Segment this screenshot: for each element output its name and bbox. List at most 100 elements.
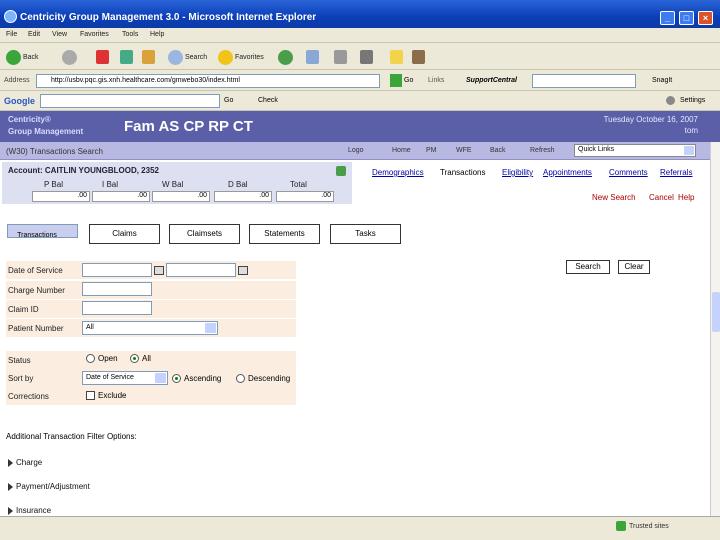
search-button[interactable]: Search <box>566 260 610 274</box>
descending-radio[interactable] <box>236 374 245 383</box>
date-of-service-label: Date of Service <box>8 266 63 275</box>
search-button[interactable]: Search <box>168 48 207 66</box>
edit-button[interactable] <box>360 48 373 66</box>
scrollbar-thumb[interactable] <box>712 292 720 332</box>
links-label[interactable]: Links <box>428 77 444 84</box>
expand-arrow-icon[interactable] <box>8 482 13 491</box>
link-demographics[interactable]: Demographics <box>372 168 424 177</box>
claim-id-input[interactable] <box>82 301 152 315</box>
calendar-icon[interactable] <box>154 266 164 275</box>
expand-arrow-icon[interactable] <box>8 506 13 515</box>
link-transactions[interactable]: Transactions <box>440 168 486 177</box>
nav-home[interactable]: Home <box>392 147 411 154</box>
filter-payment-adjustment[interactable]: Payment/Adjustment <box>8 482 90 491</box>
patient-number-label: Patient Number <box>8 324 64 333</box>
exclude-option[interactable]: Exclude <box>86 391 126 400</box>
clear-button[interactable]: Clear <box>618 260 650 274</box>
date-from-input[interactable] <box>82 263 152 277</box>
status-open-option[interactable]: Open <box>86 354 118 363</box>
address-input[interactable]: http://usbv.pqc.gis.xnh.healthcare.com/g… <box>36 74 380 88</box>
research-button[interactable] <box>412 48 425 66</box>
menu-help[interactable]: Help <box>150 31 164 38</box>
status-open-radio[interactable] <box>86 354 95 363</box>
charge-number-input[interactable] <box>82 282 152 296</box>
print-button[interactable] <box>334 48 347 66</box>
status-all-radio[interactable] <box>130 354 139 363</box>
star-icon <box>218 49 233 65</box>
window-title-bar: Centricity Group Management 3.0 - Micros… <box>0 0 720 28</box>
refresh-button[interactable] <box>120 48 133 66</box>
nav-wfe[interactable]: WFE <box>456 147 472 154</box>
nav-refresh[interactable]: Refresh <box>530 147 555 154</box>
vertical-scrollbar[interactable] <box>710 142 720 516</box>
home-button[interactable] <box>142 48 155 66</box>
exclude-checkbox[interactable] <box>86 391 95 400</box>
go-label[interactable]: Go <box>404 77 413 84</box>
practice-title: Fam AS CP RP CT <box>124 118 253 135</box>
patient-number-select[interactable]: All <box>82 321 218 335</box>
quick-links-select[interactable]: Quick Links <box>574 144 696 157</box>
back-arrow-icon <box>6 49 21 65</box>
expand-arrow-icon[interactable] <box>8 458 13 467</box>
tab-statements[interactable]: Statements <box>249 224 320 244</box>
menu-edit[interactable]: Edit <box>28 31 40 38</box>
nav-logo[interactable]: Logo <box>348 147 364 154</box>
tab-claims[interactable]: Claims <box>89 224 160 244</box>
go-arrow-icon[interactable] <box>390 74 402 87</box>
tab-transactions[interactable]: Transactions <box>7 224 78 239</box>
minimize-button[interactable]: _ <box>660 11 675 25</box>
product-logo: Centricity® Group Management <box>8 115 84 136</box>
research-icon <box>412 50 425 64</box>
row-sort-by: Sort by Date of Service Ascending Descen… <box>6 369 296 387</box>
chevron-down-icon <box>684 146 694 155</box>
wbal-label: W Bal <box>162 180 184 189</box>
cancel-link[interactable]: Cancel <box>649 193 674 202</box>
snagit-button[interactable]: SnagIt <box>652 77 672 84</box>
account-folder-icon[interactable] <box>336 166 346 176</box>
history-icon <box>278 49 293 65</box>
forward-button[interactable] <box>62 48 77 66</box>
help-link[interactable]: Help <box>678 193 694 202</box>
ascending-radio[interactable] <box>172 374 181 383</box>
filter-charge[interactable]: Charge <box>8 458 42 467</box>
sort-by-select[interactable]: Date of Service <box>82 371 168 385</box>
close-button[interactable]: × <box>698 11 713 25</box>
maximize-button[interactable]: □ <box>679 11 694 25</box>
menu-view[interactable]: View <box>52 31 67 38</box>
menu-file[interactable]: File <box>6 31 17 38</box>
tab-tasks[interactable]: Tasks <box>330 224 401 244</box>
support-search-input[interactable] <box>532 74 636 88</box>
link-comments[interactable]: Comments <box>609 168 648 177</box>
ascending-option[interactable]: Ascending <box>172 374 221 383</box>
link-appointments[interactable]: Appointments <box>543 168 592 177</box>
history-button[interactable] <box>278 48 293 66</box>
google-settings-button[interactable]: Settings <box>680 97 705 104</box>
tab-claimsets[interactable]: Claimsets <box>169 224 240 244</box>
calendar-icon[interactable] <box>238 266 248 275</box>
row-corrections: Corrections Exclude <box>6 387 296 405</box>
link-referrals[interactable]: Referrals <box>660 168 692 177</box>
status-all-option[interactable]: All <box>130 354 151 363</box>
filter-options-heading: Additional Transaction Filter Options: <box>6 432 137 441</box>
new-search-link[interactable]: New Search <box>592 193 636 202</box>
menu-favorites[interactable]: Favorites <box>80 31 109 38</box>
google-search-input[interactable] <box>40 94 220 108</box>
notes-button[interactable] <box>390 48 403 66</box>
menu-tools[interactable]: Tools <box>122 31 138 38</box>
mail-button[interactable] <box>306 48 319 66</box>
descending-option[interactable]: Descending <box>236 374 290 383</box>
google-check-button[interactable]: Check <box>258 97 278 104</box>
supportcentral-link[interactable]: SupportCentral <box>466 77 517 84</box>
total-label: Total <box>290 180 307 189</box>
nav-pm[interactable]: PM <box>426 147 437 154</box>
google-go-button[interactable]: Go <box>224 97 233 104</box>
nav-back[interactable]: Back <box>490 147 506 154</box>
chevron-down-icon <box>205 323 216 333</box>
filter-insurance[interactable]: Insurance <box>8 506 51 515</box>
favorites-button[interactable]: Favorites <box>218 48 264 66</box>
link-eligibility[interactable]: Eligibility <box>502 168 533 177</box>
back-button[interactable]: Back <box>6 48 39 66</box>
date-to-input[interactable] <box>166 263 236 277</box>
status-bar: Trusted sites <box>0 516 720 540</box>
stop-button[interactable] <box>96 48 109 66</box>
